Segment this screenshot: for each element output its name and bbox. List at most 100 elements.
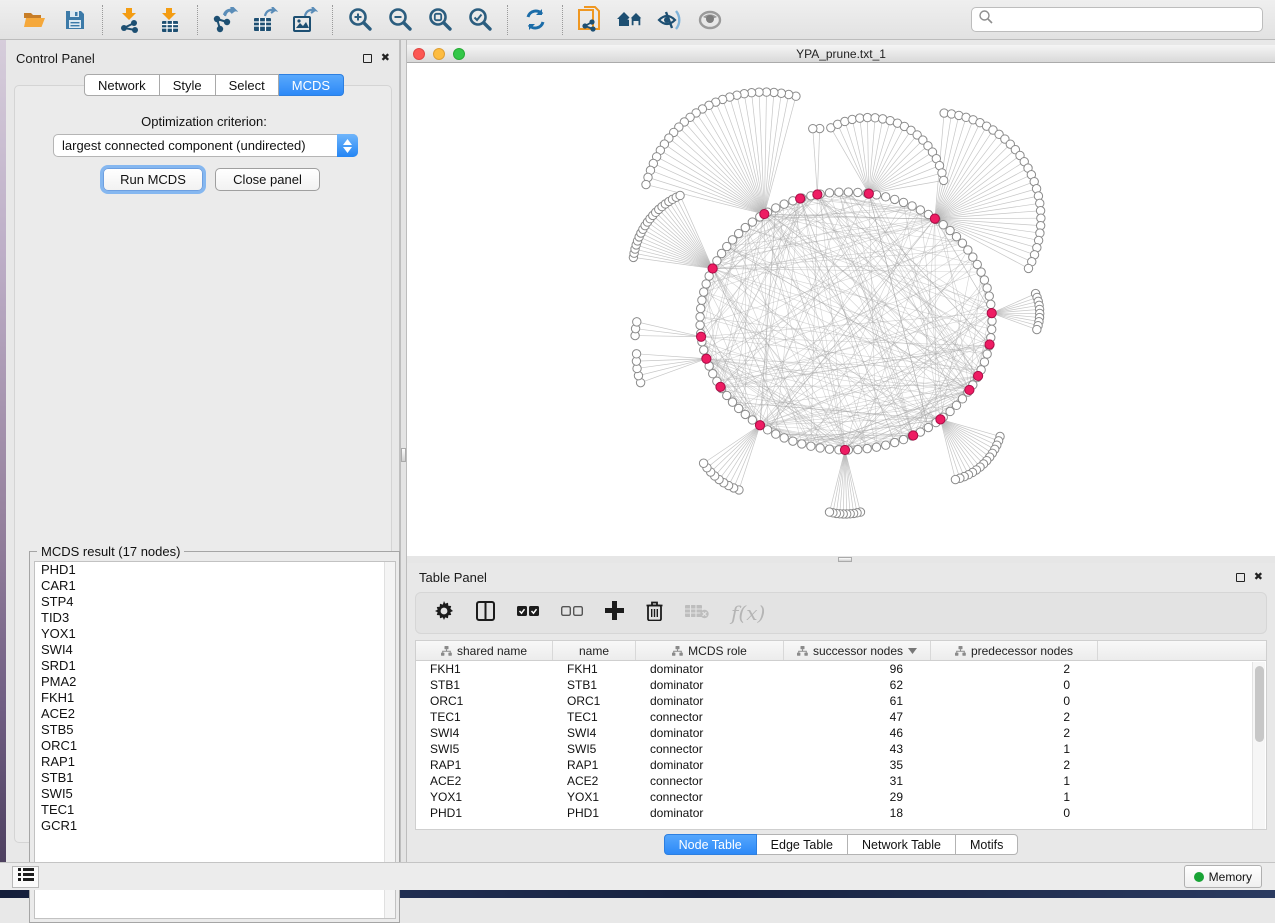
optimization-criterion-dropdown[interactable]: largest connected component (undirected) (53, 134, 358, 157)
network-node[interactable] (741, 410, 749, 418)
mcds-result-item[interactable]: ACE2 (35, 706, 395, 722)
mcds-result-item[interactable]: TID3 (35, 610, 395, 626)
network-node[interactable] (825, 189, 833, 197)
tab-network[interactable]: Network (84, 74, 160, 96)
network-node[interactable] (983, 350, 991, 358)
close-panel-icon[interactable]: ✖ (381, 53, 390, 64)
network-node[interactable] (780, 200, 788, 208)
network-node[interactable] (854, 445, 862, 453)
tab-mcds[interactable]: MCDS (279, 74, 344, 96)
search-box[interactable] (971, 7, 1263, 32)
network-node[interactable] (946, 226, 954, 234)
network-canvas[interactable] (407, 63, 1275, 556)
mcds-result-item[interactable]: YOX1 (35, 626, 395, 642)
table-row[interactable]: FKH1FKH1dominator962 (416, 661, 1266, 677)
zoom-out-button[interactable] (387, 7, 413, 33)
mcds-result-item[interactable]: SWI4 (35, 642, 395, 658)
network-node[interactable] (825, 445, 833, 453)
window-minimize-icon[interactable] (433, 48, 445, 60)
add-column-button[interactable] (605, 601, 624, 625)
network-node[interactable] (780, 434, 788, 442)
column-header-predecessor-nodes[interactable]: predecessor nodes (931, 641, 1098, 660)
zoom-selected-button[interactable] (467, 7, 493, 33)
network-node[interactable] (863, 444, 871, 452)
horizontal-splitter[interactable] (407, 556, 1275, 563)
new-network-from-selection-button[interactable] (577, 7, 603, 33)
table-row[interactable]: STB1STB1dominator620 (416, 677, 1266, 693)
window-close-icon[interactable] (413, 48, 425, 60)
tab-select[interactable]: Select (216, 74, 279, 96)
network-node[interactable] (772, 204, 780, 212)
satellite-node[interactable] (809, 124, 817, 132)
mcds-result-item[interactable]: STB1 (35, 770, 395, 786)
close-panel-button[interactable]: Close panel (215, 168, 320, 191)
mcds-result-item[interactable]: RAP1 (35, 754, 395, 770)
tab-network-table[interactable]: Network Table (848, 834, 956, 855)
table-row[interactable]: SWI5SWI5connector431 (416, 741, 1266, 757)
export-image-button[interactable] (292, 7, 318, 33)
network-node[interactable] (798, 440, 806, 448)
network-node[interactable] (952, 401, 960, 409)
vertical-splitter-handle[interactable] (401, 448, 406, 462)
zoom-fit-button[interactable] (427, 7, 453, 33)
satellite-node[interactable] (633, 318, 641, 326)
network-node[interactable] (973, 260, 981, 268)
satellite-node[interactable] (642, 180, 650, 188)
satellite-node[interactable] (939, 176, 947, 184)
tab-style[interactable]: Style (160, 74, 216, 96)
mcds-result-item[interactable]: TEC1 (35, 802, 395, 818)
network-node[interactable] (987, 300, 995, 308)
network-node[interactable] (700, 346, 708, 354)
satellite-node[interactable] (848, 115, 856, 123)
mcds-dominator-node[interactable] (987, 309, 996, 318)
network-node[interactable] (890, 195, 898, 203)
table-row[interactable]: RAP1RAP1dominator352 (416, 757, 1266, 773)
satellite-node[interactable] (632, 350, 640, 358)
network-node[interactable] (748, 218, 756, 226)
mcds-dominator-node[interactable] (864, 189, 873, 198)
zoom-in-button[interactable] (347, 7, 373, 33)
network-node[interactable] (899, 198, 907, 206)
mcds-dominator-node[interactable] (755, 421, 764, 430)
network-node[interactable] (696, 321, 704, 329)
network-node[interactable] (748, 416, 756, 424)
vertical-splitter[interactable] (400, 40, 407, 862)
column-header-successor-nodes[interactable]: successor nodes (784, 641, 931, 660)
column-visibility-button[interactable] (476, 601, 495, 626)
network-node[interactable] (741, 223, 749, 231)
mcds-dominator-node[interactable] (985, 340, 994, 349)
network-node[interactable] (987, 325, 995, 333)
satellite-node[interactable] (676, 191, 684, 199)
network-node[interactable] (899, 435, 907, 443)
task-history-button[interactable] (12, 866, 39, 888)
satellite-node[interactable] (1024, 264, 1032, 272)
mcds-dominator-node[interactable] (696, 332, 705, 341)
network-node[interactable] (696, 313, 704, 321)
mcds-dominator-node[interactable] (716, 382, 725, 391)
satellite-node[interactable] (951, 475, 959, 483)
show-all-button[interactable] (697, 7, 723, 33)
import-network-button[interactable] (117, 7, 143, 33)
mcds-result-item[interactable]: SRD1 (35, 658, 395, 674)
tab-edge-table[interactable]: Edge Table (757, 834, 848, 855)
satellite-node[interactable] (825, 508, 833, 516)
search-input[interactable] (994, 10, 1256, 30)
table-settings-button[interactable] (434, 601, 454, 626)
network-node[interactable] (985, 292, 993, 300)
network-node[interactable] (872, 443, 880, 451)
network-node[interactable] (939, 221, 947, 229)
mcds-result-item[interactable]: PHD1 (35, 562, 395, 578)
float-panel-icon[interactable] (363, 54, 372, 63)
column-header-name[interactable]: name (553, 641, 636, 660)
network-node[interactable] (702, 280, 710, 288)
network-node[interactable] (854, 188, 862, 196)
mcds-dominator-node[interactable] (708, 264, 717, 273)
satellite-node[interactable] (863, 113, 871, 121)
open-session-button[interactable] (22, 7, 48, 33)
export-table-button[interactable] (252, 7, 278, 33)
satellite-node[interactable] (856, 114, 864, 122)
satellite-node[interactable] (1033, 325, 1041, 333)
network-node[interactable] (789, 437, 797, 445)
delete-column-button[interactable] (646, 601, 663, 626)
select-all-button[interactable] (517, 604, 539, 622)
